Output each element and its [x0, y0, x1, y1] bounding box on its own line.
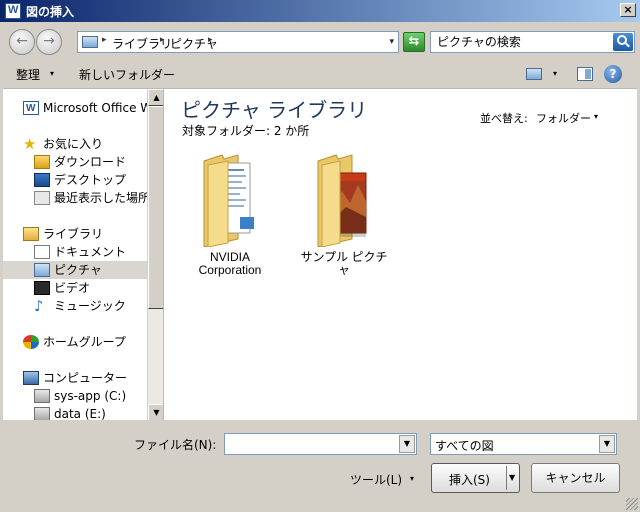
- insert-button[interactable]: 挿入(S) ▼: [431, 463, 520, 493]
- arrow-left-icon: ←: [16, 33, 28, 49]
- file-type-value: すべての図: [435, 439, 494, 453]
- system-drive-icon: [34, 389, 50, 403]
- nav-item-label: ピクチャ: [54, 263, 102, 277]
- folder-label: NVIDIA Corporation: [198, 250, 262, 277]
- preview-pane-icon[interactable]: [577, 67, 593, 81]
- nav-item-label: コンピューター: [43, 371, 128, 385]
- view-dropdown-icon[interactable]: ▾: [553, 69, 557, 78]
- folder-label: サンプル ピクチャ: [300, 250, 388, 277]
- cancel-button[interactable]: キャンセル: [531, 463, 620, 493]
- title-bar: 図の挿入 ×: [0, 0, 640, 22]
- change-view-icon[interactable]: [526, 68, 542, 80]
- nav-item-label: ライブラリ: [43, 227, 104, 241]
- sort-dropdown-icon[interactable]: ▾: [594, 112, 598, 121]
- nav-item-pictures[interactable]: ピクチャ: [3, 261, 147, 279]
- scroll-down-icon[interactable]: ▼: [148, 404, 163, 420]
- file-type-select[interactable]: すべての図 ▼: [430, 433, 617, 455]
- homegroup-icon: [23, 335, 39, 349]
- nav-item-label: data (E:): [54, 407, 106, 420]
- library-locations[interactable]: 対象フォルダー: 2 か所: [182, 122, 309, 139]
- library-title: ピクチャ ライブラリ: [181, 98, 368, 122]
- nav-item-label: 最近表示した場所: [54, 191, 151, 205]
- arrow-right-icon: →: [43, 33, 55, 49]
- tools-button[interactable]: ツール(L): [350, 471, 402, 488]
- insert-dropdown-icon[interactable]: ▼: [509, 473, 515, 482]
- folder-icon: [317, 154, 367, 247]
- nav-item-label: ダウンロード: [54, 155, 127, 169]
- navigation-scrollbar[interactable]: ▲ ▼: [147, 89, 163, 420]
- dialog-footer: ファイル名(N): ▼ すべての図 ▼ ツール(L) ▾ 挿入(S) ▼ キャン…: [0, 420, 640, 512]
- file-list[interactable]: ピクチャ ライブラリ 対象フォルダー: 2 か所 並べ替え: フォルダー ▾ N…: [163, 88, 637, 420]
- documents-icon: [34, 245, 50, 259]
- new-folder-button[interactable]: 新しいフォルダー: [79, 66, 175, 83]
- address-bar[interactable]: ▸ ライブラリ ▸ ピクチャ ▸ ▾: [77, 31, 399, 53]
- nav-item-label: お気に入り: [43, 137, 104, 151]
- nav-item-label: ドキュメント: [54, 245, 127, 259]
- pictures-icon: [34, 263, 50, 277]
- address-row: ← → ▸ ライブラリ ▸ ピクチャ ▸ ▾ ⇆: [0, 22, 640, 60]
- split-divider: [506, 466, 507, 490]
- insert-button-label: 挿入(S): [449, 473, 490, 487]
- forward-button[interactable]: →: [36, 29, 62, 55]
- music-note-icon: ♪: [34, 297, 44, 315]
- libraries-folder-icon: [23, 227, 39, 241]
- back-button[interactable]: ←: [9, 29, 35, 55]
- nav-item-label: ホームグループ: [43, 335, 126, 349]
- sort-by-button[interactable]: フォルダー: [536, 110, 591, 126]
- video-icon: [34, 281, 50, 295]
- star-icon: ★: [23, 135, 37, 153]
- sort-label: 並べ替え:: [480, 112, 528, 125]
- search-box[interactable]: [430, 31, 635, 53]
- breadcrumb-separator[interactable]: ▸: [102, 35, 107, 45]
- search-input[interactable]: [431, 32, 611, 52]
- nav-item-label: ミュージック: [54, 299, 126, 313]
- address-dropdown-icon[interactable]: ▾: [389, 37, 394, 47]
- filename-combobox[interactable]: ▼: [224, 433, 417, 455]
- file-type-dropdown-icon[interactable]: ▼: [599, 435, 615, 453]
- nav-item-label: sys-app (C:): [54, 389, 127, 403]
- pictures-library-icon: [82, 36, 98, 48]
- window-title: 図の挿入: [26, 5, 75, 19]
- scrollbar-thumb[interactable]: [148, 106, 163, 309]
- folder-nvidia-corporation[interactable]: NVIDIA Corporation: [182, 151, 278, 281]
- computer-icon: [23, 371, 39, 385]
- search-button[interactable]: [613, 33, 633, 51]
- filename-input[interactable]: [225, 434, 397, 454]
- desktop-icon: [34, 173, 50, 187]
- nav-item-office[interactable]: Microsoft Office Wo: [23, 99, 159, 118]
- help-icon[interactable]: ?: [604, 65, 622, 83]
- recent-places-icon: [34, 191, 50, 205]
- refresh-icon: ⇆: [408, 34, 420, 49]
- drive-icon: [34, 407, 50, 420]
- navigation-pane[interactable]: Microsoft Office Wo ★ お気に入り ダウンロード デスクトッ…: [3, 88, 163, 420]
- resize-grip[interactable]: [626, 498, 638, 510]
- filename-label: ファイル名(N):: [134, 438, 217, 452]
- folder-icon: [203, 154, 254, 247]
- refresh-button[interactable]: ⇆: [403, 32, 425, 52]
- word-document-icon: [23, 100, 39, 118]
- breadcrumb-separator[interactable]: ▸: [160, 35, 165, 45]
- scroll-up-icon[interactable]: ▲: [148, 89, 163, 106]
- folder-sample-pictures[interactable]: サンプル ピクチャ: [296, 151, 392, 281]
- downloads-folder-icon: [34, 155, 50, 169]
- breadcrumb-separator[interactable]: ▸: [208, 35, 213, 45]
- word-app-icon: [5, 3, 21, 19]
- command-bar: 整理 ▾ 新しいフォルダー ▾ ?: [0, 60, 640, 88]
- filename-dropdown-icon[interactable]: ▼: [399, 435, 415, 453]
- tools-dropdown-icon[interactable]: ▾: [410, 474, 414, 483]
- close-button[interactable]: ×: [620, 3, 636, 17]
- nav-item-label: Microsoft Office Wo: [43, 101, 159, 115]
- nav-item-label: デスクトップ: [54, 173, 127, 187]
- nav-item-label: ビデオ: [54, 281, 91, 295]
- organize-button[interactable]: 整理: [16, 66, 40, 83]
- organize-dropdown-icon[interactable]: ▾: [50, 69, 54, 78]
